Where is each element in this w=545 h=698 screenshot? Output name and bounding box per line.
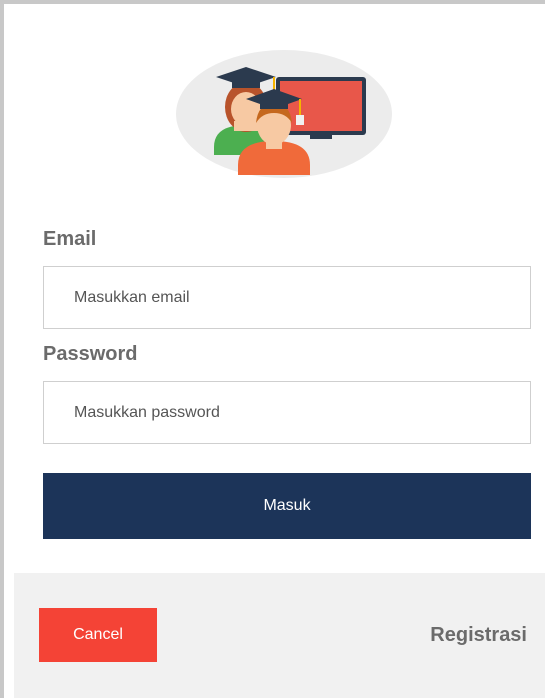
email-input[interactable] (43, 266, 531, 329)
register-link[interactable]: Registrasi (430, 624, 527, 647)
email-label: Email (43, 228, 97, 250)
password-input[interactable] (43, 381, 531, 444)
cancel-button[interactable]: Cancel (39, 608, 157, 662)
password-label: Password (43, 343, 138, 365)
graduates-computer-icon (176, 49, 394, 179)
modal-footer: Cancel Registrasi (14, 573, 545, 698)
login-button[interactable]: Masuk (43, 473, 531, 539)
